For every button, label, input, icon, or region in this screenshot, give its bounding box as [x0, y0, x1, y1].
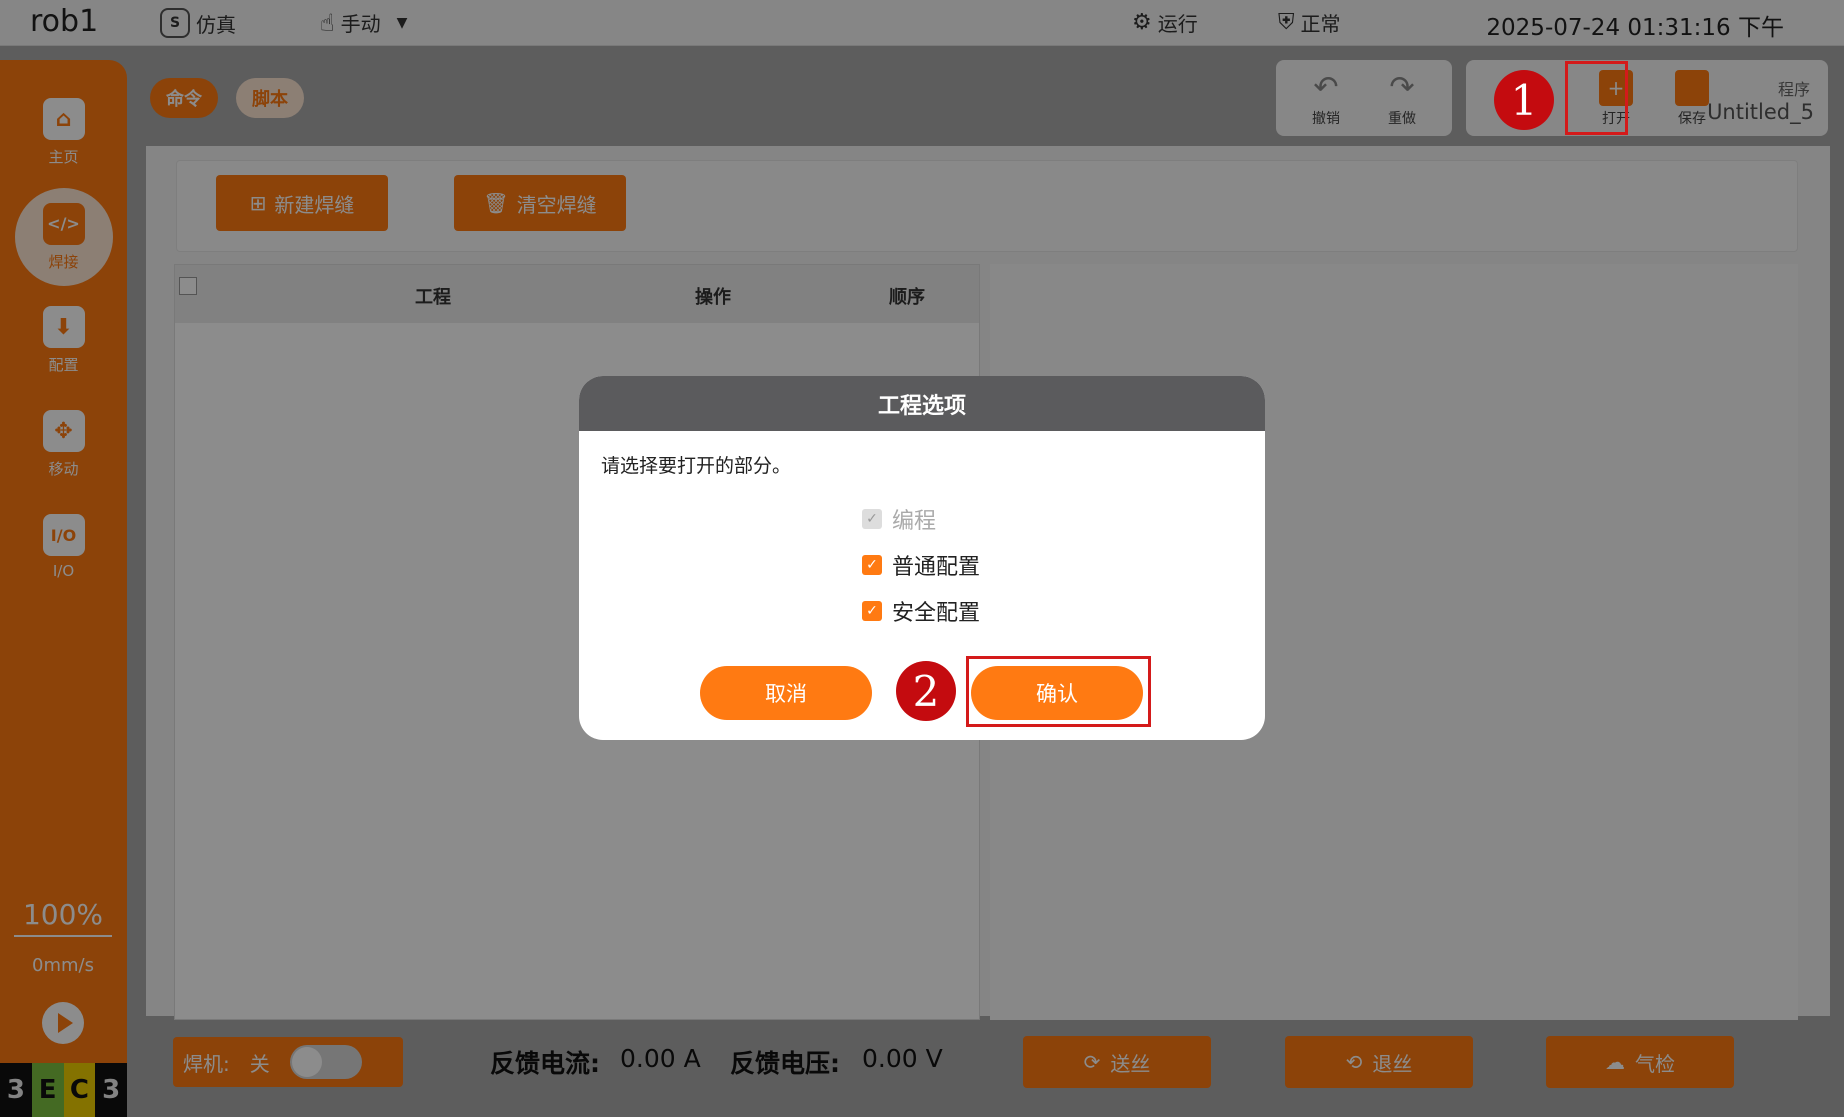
sidebar-item-label: 移动: [48, 460, 79, 478]
datetime: 2025-07-24 01:31:16 下午: [1486, 15, 1784, 41]
option-programming: ✓ 编程: [862, 503, 936, 535]
dialog-message: 请选择要打开的部分。: [601, 455, 792, 477]
select-all-checkbox[interactable]: [179, 277, 197, 295]
io-icon: I/O: [42, 514, 85, 556]
option-label: 编程: [892, 509, 937, 534]
checkbox-checked-icon: ✓: [862, 509, 882, 529]
mode-label: 手动: [340, 12, 381, 36]
welder-toggle[interactable]: [289, 1045, 362, 1079]
program-label: 程序: [1777, 80, 1810, 99]
retract-icon: ⟲: [1345, 1050, 1363, 1074]
sidebar-item-io[interactable]: I/O I/O: [0, 514, 127, 580]
clear-weld-button[interactable]: 🗑 清空焊缝: [454, 175, 626, 231]
wire-feed-button[interactable]: ⟳ 送丝: [1023, 1036, 1211, 1088]
weld-action-bar: [176, 160, 1798, 252]
current-label: 反馈电流:: [490, 1049, 600, 1078]
shield-icon: ⛨: [1278, 10, 1295, 35]
speed-percent: 100%: [14, 898, 112, 937]
robot-name: rob1: [30, 4, 99, 39]
option-general-config[interactable]: ✓ 普通配置: [862, 549, 980, 581]
program-name: Untitled_5: [1707, 100, 1814, 124]
sidebar-item-label: I/O: [52, 562, 75, 580]
sidebar-item-label: 焊接: [48, 252, 79, 271]
run-indicator: ⚙ 运行: [1132, 8, 1198, 37]
sidebar-item-home[interactable]: ⌂ 主页: [0, 98, 127, 167]
welder-state: 关: [249, 1051, 270, 1076]
logo-char: 3: [0, 1063, 32, 1117]
voltage-value: 0.00 V: [862, 1044, 943, 1073]
redo-button[interactable]: ↷ 重做: [1372, 68, 1432, 128]
sidebar-item-config[interactable]: ⬇ 配置: [0, 306, 127, 375]
redo-label: 重做: [1388, 111, 1416, 127]
trash-icon: 🗑: [483, 191, 509, 215]
gas-check-button[interactable]: ☁ 气检: [1546, 1036, 1734, 1088]
option-safety-config[interactable]: ✓ 安全配置: [862, 595, 980, 627]
logo-char: C: [63, 1063, 96, 1117]
undo-icon: ↶: [1313, 70, 1339, 105]
save-label: 保存: [1678, 111, 1706, 127]
hand-icon: ☝: [320, 8, 335, 37]
step-marker-1: 1: [1494, 70, 1554, 130]
checkbox-checked-icon[interactable]: ✓: [862, 601, 882, 621]
welder-switch[interactable]: 焊机: 关: [173, 1037, 403, 1087]
current-value: 0.00 A: [620, 1044, 701, 1073]
logo-char: E: [31, 1063, 64, 1117]
new-weld-label: 新建焊缝: [274, 192, 355, 217]
sim-indicator[interactable]: S 仿真: [160, 8, 236, 38]
play-button[interactable]: [42, 1002, 84, 1044]
chevron-down-icon: ▼: [396, 14, 408, 31]
cloud-icon: ☁: [1605, 1050, 1625, 1074]
robot-arm-icon: ⚙: [1132, 10, 1152, 35]
sidebar-item-welding[interactable]: </> 焊接: [0, 188, 127, 286]
save-icon: [1675, 70, 1709, 106]
tab-command[interactable]: 命令: [150, 78, 218, 118]
gas-label: 气检: [1635, 1051, 1675, 1076]
sidebar-item-label: 主页: [48, 148, 79, 166]
column-header: 操作: [695, 287, 731, 308]
undo-button[interactable]: ↶ 撤销: [1296, 68, 1356, 128]
redo-icon: ↷: [1389, 70, 1415, 105]
feed-icon: ⟳: [1083, 1050, 1101, 1074]
status-label: 正常: [1300, 12, 1341, 36]
open-button-highlight: [1565, 61, 1628, 135]
table-header: 工程 操作 顺序: [175, 265, 979, 323]
speed-indicator[interactable]: 100% 0mm/s: [14, 898, 112, 976]
speed-mm: 0mm/s: [32, 955, 94, 976]
sidebar-item-move[interactable]: ✥ 移动: [0, 410, 127, 479]
run-label: 运行: [1157, 12, 1198, 36]
confirm-button-highlight: [966, 656, 1151, 727]
edit-toolbar: ↶ 撤销 ↷ 重做: [1276, 60, 1452, 136]
column-header: 工程: [415, 287, 451, 308]
mode-dropdown[interactable]: ☝ 手动 ▼: [320, 8, 407, 37]
option-label: 安全配置: [892, 601, 981, 626]
move-icon: ✥: [42, 410, 85, 452]
sim-label: 仿真: [196, 12, 236, 37]
welder-label: 焊机:: [183, 1051, 230, 1076]
logo-char: 3: [95, 1063, 127, 1117]
undo-label: 撤销: [1312, 111, 1340, 127]
wire-retract-button[interactable]: ⟲ 退丝: [1285, 1036, 1473, 1088]
column-header: 顺序: [889, 287, 925, 308]
clear-weld-label: 清空焊缝: [516, 192, 597, 217]
sidebar-item-label: 配置: [48, 356, 79, 374]
retract-label: 退丝: [1372, 1051, 1413, 1076]
tab-script[interactable]: 脚本: [236, 78, 304, 118]
voltage-label: 反馈电压:: [730, 1049, 840, 1078]
brand-logo: 3 E C 3: [0, 1063, 127, 1117]
safety-indicator: ⛨ 正常: [1278, 8, 1341, 37]
cancel-button[interactable]: 取消: [700, 666, 872, 720]
new-weld-button[interactable]: ⊞ 新建焊缝: [216, 175, 388, 231]
home-icon: ⌂: [42, 98, 85, 140]
download-icon: ⬇: [42, 306, 85, 348]
status-bar: rob1 S 仿真 ☝ 手动 ▼ ⚙ 运行 ⛨ 正常 2025-07-24 01…: [0, 0, 1844, 46]
checkbox-checked-icon[interactable]: ✓: [862, 555, 882, 575]
option-label: 普通配置: [892, 555, 981, 580]
code-icon: </>: [42, 202, 85, 245]
add-file-icon: ⊞: [249, 191, 267, 215]
dialog-title: 工程选项: [579, 376, 1265, 431]
feed-label: 送丝: [1110, 1051, 1151, 1076]
simulation-icon: S: [160, 8, 190, 38]
step-marker-2: 2: [896, 661, 956, 721]
